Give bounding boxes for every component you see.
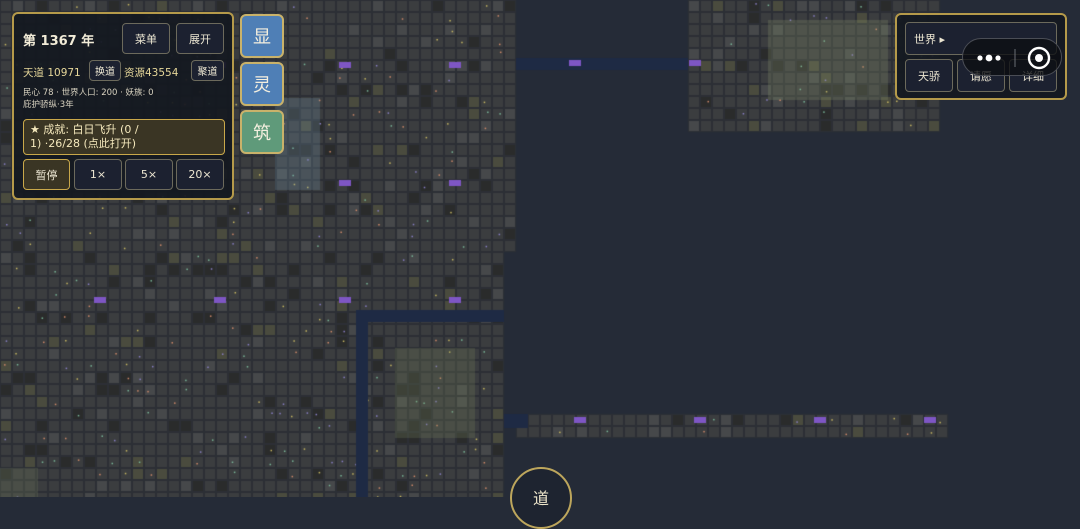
speed-1x-button[interactable]: 1×	[74, 159, 122, 190]
achievement-banner[interactable]: ★ 成就: 白日飞升 (0 / 1) ·26/28 (点此打开)	[23, 119, 225, 155]
gather-dao-button[interactable]: 聚道	[191, 60, 224, 81]
close-target-icon[interactable]	[1027, 46, 1051, 70]
swap-dao-button[interactable]: 换道	[89, 60, 121, 81]
speed-5x-button[interactable]: 5×	[125, 159, 173, 190]
achievement-text-2: 1) ·26/28 (点此打开)	[30, 137, 137, 150]
achievement-text-1: ★ 成就: 白日飞升 (0 /	[30, 123, 139, 136]
pause-button[interactable]: 暂停	[23, 159, 70, 190]
spirit-button[interactable]: 灵	[240, 62, 284, 106]
speed-20x-button[interactable]: 20×	[176, 159, 224, 190]
tianjiao-button[interactable]: 天骄	[905, 59, 953, 92]
status-panel: 第 1367 年 菜单 展开 天道 10971 换道 资源43554 聚道 民心…	[12, 12, 234, 200]
year-label: 第 1367 年	[23, 34, 95, 49]
expand-button[interactable]: 展开	[176, 23, 224, 54]
build-button[interactable]: 筑	[240, 110, 284, 154]
stats-line: 民心 78 · 世界人口: 200 · 妖族: 0	[23, 88, 154, 98]
build-label: 筑	[253, 123, 271, 144]
dao-label: 道	[532, 489, 549, 508]
dao-button[interactable]: 道	[510, 467, 572, 529]
protect-line: 庇护骄纵·3年	[23, 100, 74, 110]
menu-button[interactable]: 菜单	[122, 23, 170, 54]
spirit-label: 灵	[253, 75, 271, 96]
show-button[interactable]: 显	[240, 14, 284, 58]
tiandao-value: 天道 10971	[23, 67, 81, 79]
resources-value: 资源43554	[124, 67, 179, 79]
miniprogram-capsule	[962, 38, 1062, 76]
more-dots-icon[interactable]	[977, 54, 1001, 62]
show-label: 显	[253, 27, 271, 48]
